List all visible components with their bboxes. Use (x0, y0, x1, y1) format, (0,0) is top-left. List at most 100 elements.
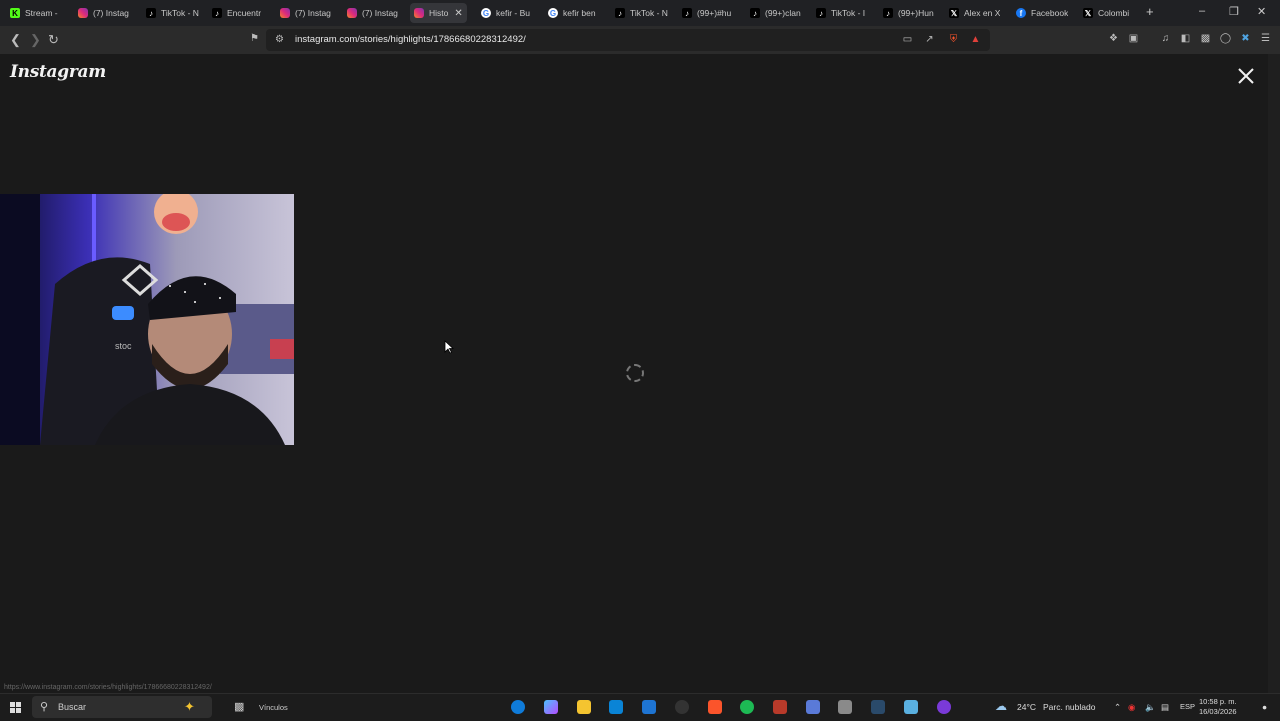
tiktok-icon: ♪ (212, 8, 222, 18)
weather-description[interactable]: Parc. nublado (1043, 702, 1095, 712)
language-indicator[interactable]: ESP (1180, 702, 1195, 711)
tray-app-icon[interactable]: ◉ (1128, 702, 1135, 713)
reload-icon[interactable]: ↻ (48, 32, 59, 48)
browser-tab[interactable]: ♪ (99+)clan (750, 3, 801, 23)
tab-label: (99+)clan (765, 8, 801, 18)
tiktok-icon: ♪ (682, 8, 692, 18)
browser-tab[interactable]: Gkefir - Bu (481, 3, 530, 23)
tiktok-icon: ♪ (615, 8, 625, 18)
page-scrollbar[interactable] (1268, 54, 1280, 693)
tab-label: Histo (429, 8, 449, 18)
file-explorer-icon[interactable] (577, 700, 591, 714)
tab-label: (99+)#hu (697, 8, 732, 18)
copilot-sparkle-icon[interactable]: ✦ (184, 699, 195, 715)
close-icon[interactable] (1236, 66, 1256, 86)
tab-label: kefir ben (563, 8, 596, 18)
site-settings-icon[interactable]: ⚙ (274, 34, 285, 45)
instagram-logo[interactable]: Instagram (10, 62, 106, 82)
brave-icon[interactable] (708, 700, 722, 714)
bookmark-icon[interactable]: ⚑ (249, 33, 260, 44)
instagram-icon (78, 8, 88, 18)
media-icon[interactable]: ♫ (1160, 33, 1171, 44)
network-icon[interactable]: ▤ (1161, 702, 1169, 713)
browser-tab[interactable]: (7) Instag (280, 3, 331, 23)
mail-icon[interactable] (642, 700, 656, 714)
browser-tab[interactable]: K Stream - (10, 3, 58, 23)
tool-icon[interactable] (838, 700, 852, 714)
browser-tab[interactable]: ♪ (99+)Hun (883, 3, 934, 23)
tiktok-icon: ♪ (750, 8, 760, 18)
spotify-icon[interactable] (740, 700, 754, 714)
new-tab-button[interactable]: + (1146, 4, 1154, 19)
back-icon[interactable]: ❮ (10, 32, 21, 48)
minimize-icon[interactable]: – (1199, 5, 1205, 17)
tab-label: Encuentr (227, 8, 262, 18)
url-text: instagram.com/stories/highlights/1786668… (295, 34, 526, 45)
browser-toolbar: ❮ ❯ ↻ ⚑ ⚙ instagram.com/stories/highligh… (0, 26, 1280, 54)
tab-strip: K Stream - (7) Instag ♪ TikTok - N ♪ Encuentr (… (0, 0, 1280, 26)
obs-icon[interactable] (675, 700, 689, 714)
extension-k-icon[interactable]: ✖ (1240, 33, 1251, 44)
browser-tab[interactable]: ♪ TikTok - I (816, 3, 865, 23)
brave-rewards-icon[interactable]: ▲ (970, 34, 981, 45)
clock-time: 10:58 p. m. (1199, 697, 1237, 706)
forward-icon[interactable]: ❯ (30, 32, 41, 48)
wallet-icon[interactable]: ▩ (1200, 33, 1211, 44)
search-label: Buscar (58, 702, 87, 712)
weather-icon[interactable]: ☁ (995, 699, 1007, 713)
address-bar[interactable]: ⚙ instagram.com/stories/highlights/17866… (266, 29, 990, 51)
taskbar-search[interactable]: ⚲ Buscar ✦ (32, 696, 212, 718)
browser-tab[interactable]: ♪ TikTok - N (146, 3, 199, 23)
screenshot-icon[interactable]: ▣ (1128, 33, 1139, 44)
tab-label: (99+)Hun (898, 8, 934, 18)
close-window-icon[interactable]: ✕ (1257, 5, 1266, 18)
browser-tab[interactable]: Histo ✕ (410, 3, 467, 23)
menu-icon[interactable]: ☰ (1260, 33, 1271, 44)
twitch-icon[interactable] (937, 700, 951, 714)
cast-icon[interactable]: ▭ (902, 34, 913, 45)
notifications-icon[interactable]: ● (1262, 702, 1267, 712)
tiktok-icon: ♪ (146, 8, 156, 18)
browser-tab[interactable]: ♪ Encuentr (212, 3, 261, 23)
task-view-icon[interactable]: ▩ (234, 700, 244, 713)
restore-icon[interactable]: ❐ (1229, 5, 1239, 18)
tray-overflow-icon[interactable]: ⌃ (1114, 702, 1121, 713)
volume-icon[interactable]: 🔈 (1145, 702, 1156, 713)
browser-tab[interactable]: ♪ (99+)#hu (682, 3, 731, 23)
loading-spinner (626, 364, 644, 382)
browser-tab[interactable]: Gkefir ben (548, 3, 596, 23)
google-icon: G (548, 8, 558, 18)
browser-tab[interactable]: 𝕏 Alex en X (949, 3, 1000, 23)
sidebar-icon[interactable]: ◧ (1180, 33, 1191, 44)
windows-start-icon[interactable] (10, 702, 21, 713)
copilot-app-icon[interactable] (544, 700, 558, 714)
system-clock[interactable]: 10:58 p. m. 16/03/2026 (1199, 697, 1237, 717)
browser-tab[interactable]: f Facebook (1016, 3, 1068, 23)
story-viewer: Instagram stoc https://www.instagram.com… (0, 54, 1268, 693)
tab-label: (7) Instag (93, 8, 129, 18)
tiktok-icon: ♪ (883, 8, 893, 18)
notepad-icon[interactable] (904, 700, 918, 714)
tab-label: Facebook (1031, 8, 1069, 18)
weather-temp[interactable]: 24°C (1017, 702, 1036, 712)
tab-label: TikTok - N (161, 8, 199, 18)
share-icon[interactable]: ↗ (924, 34, 935, 45)
browser-tab[interactable]: (7) Instag (347, 3, 398, 23)
links-toolbar-label[interactable]: Vínculos (259, 703, 288, 712)
brave-shields-icon[interactable]: ⛨ (948, 34, 959, 45)
browser-tab[interactable]: ♪ TikTok - N (615, 3, 668, 23)
tab-label: Alex en X (964, 8, 1001, 18)
app-icon[interactable] (806, 700, 820, 714)
vpn-icon[interactable]: ◯ (1220, 33, 1231, 44)
edge-icon[interactable] (511, 700, 525, 714)
steam-icon[interactable] (871, 700, 885, 714)
store-icon[interactable] (609, 700, 623, 714)
tab-label: Colombi (1098, 8, 1130, 18)
browser-tab[interactable]: (7) Instag (78, 3, 129, 23)
status-bar-url: https://www.instagram.com/stories/highli… (4, 684, 212, 691)
extensions-icon[interactable]: ❖ (1108, 33, 1119, 44)
close-tab-icon[interactable]: ✕ (454, 8, 462, 19)
tab-label: (7) Instag (362, 8, 398, 18)
winrar-icon[interactable] (773, 700, 787, 714)
browser-tab[interactable]: 𝕏 Colombi (1083, 3, 1129, 23)
